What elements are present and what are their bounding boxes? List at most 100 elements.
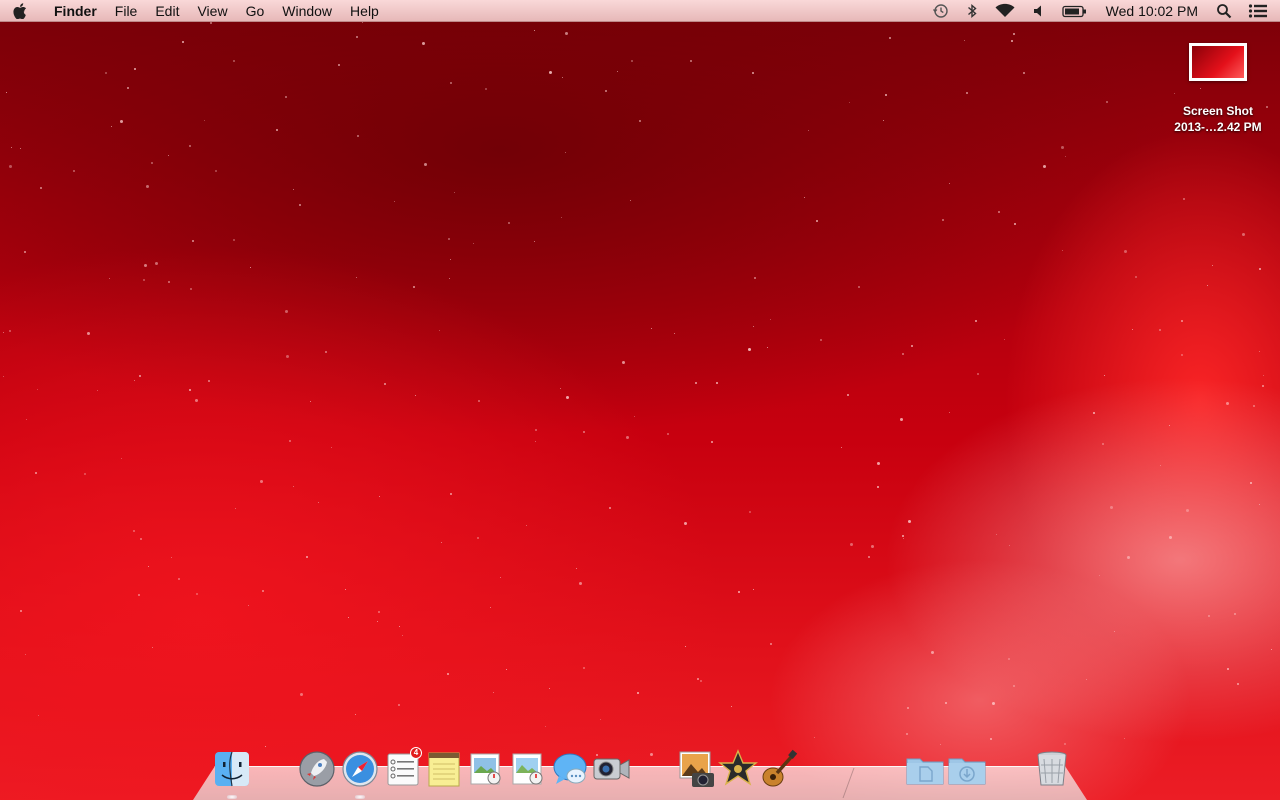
star <box>617 71 618 72</box>
finder-icon <box>215 751 249 787</box>
star <box>816 220 818 222</box>
star <box>1008 658 1010 660</box>
battery-icon[interactable] <box>1054 0 1096 22</box>
star <box>338 64 340 66</box>
desktop-file-screenshot[interactable]: Screen Shot 2013-…2.42 PM <box>1158 40 1278 135</box>
apple-menu-icon[interactable] <box>0 0 40 22</box>
star <box>996 534 997 535</box>
star <box>120 120 123 123</box>
dock-safari[interactable] <box>340 749 380 789</box>
star <box>945 702 947 704</box>
star <box>1263 375 1264 376</box>
star <box>752 72 754 74</box>
wifi-icon[interactable] <box>986 0 1024 22</box>
star <box>447 673 449 675</box>
star <box>1160 465 1161 466</box>
menu-window[interactable]: Window <box>273 0 341 22</box>
menu-help[interactable]: Help <box>341 0 388 22</box>
star <box>235 508 236 509</box>
star <box>208 380 210 382</box>
star <box>583 667 585 669</box>
star <box>394 201 395 202</box>
dock-notes[interactable] <box>424 749 464 789</box>
time-machine-icon[interactable] <box>924 0 958 22</box>
star <box>441 542 442 543</box>
star <box>121 458 122 459</box>
menu-edit[interactable]: Edit <box>146 0 188 22</box>
dock-preview[interactable] <box>466 749 506 789</box>
star <box>299 204 301 206</box>
star <box>250 267 251 268</box>
trash-icon <box>1037 751 1067 786</box>
dock-messages[interactable] <box>550 749 590 789</box>
star <box>196 593 198 595</box>
star <box>1086 679 1087 680</box>
star <box>651 328 652 329</box>
dock-finder[interactable] <box>212 749 252 789</box>
downloads-folder-icon <box>948 758 986 785</box>
menu-view[interactable]: View <box>188 0 236 22</box>
dock-trash[interactable] <box>1032 749 1072 789</box>
star <box>1227 668 1229 670</box>
star <box>1009 545 1010 546</box>
star <box>814 737 815 738</box>
star <box>87 332 90 335</box>
star <box>1237 683 1239 685</box>
star <box>600 719 601 720</box>
volume-icon[interactable] <box>1024 0 1054 22</box>
star <box>310 401 311 402</box>
dock-documents-folder[interactable] <box>905 749 947 789</box>
spotlight-icon[interactable] <box>1208 0 1240 22</box>
star <box>356 36 358 38</box>
star <box>490 607 491 608</box>
dock-iphoto[interactable] <box>677 749 717 789</box>
star <box>631 60 633 62</box>
star <box>1208 615 1210 617</box>
dock-preview-document[interactable] <box>508 749 548 789</box>
star <box>1114 631 1115 632</box>
star <box>192 240 194 242</box>
menu-file[interactable]: File <box>106 0 147 22</box>
star <box>210 22 212 24</box>
star <box>1271 649 1272 650</box>
dock-garageband[interactable] <box>759 749 799 789</box>
dock-facetime[interactable] <box>592 749 632 789</box>
bluetooth-icon[interactable] <box>958 0 986 22</box>
star <box>566 396 569 399</box>
star <box>549 688 550 689</box>
star <box>949 183 950 184</box>
star <box>146 185 149 188</box>
garageband-icon <box>762 749 798 787</box>
star <box>1132 329 1133 330</box>
star <box>138 594 140 596</box>
star <box>908 520 911 523</box>
wallpaper-stars <box>0 22 1280 800</box>
screenshot-thumbnail-icon <box>1189 43 1247 81</box>
star <box>248 605 249 606</box>
star <box>753 326 754 327</box>
notification-center-icon[interactable] <box>1240 0 1280 22</box>
star <box>871 545 874 548</box>
star <box>9 330 11 332</box>
dock-launchpad[interactable] <box>297 749 337 789</box>
menu-go[interactable]: Go <box>237 0 274 22</box>
star <box>37 389 38 390</box>
menu-bar: Finder File Edit View Go Window Help Wed… <box>0 0 1280 22</box>
launchpad-icon <box>299 751 335 787</box>
star <box>485 88 487 90</box>
menu-clock[interactable]: Wed 10:02 PM <box>1096 3 1208 19</box>
star <box>493 692 494 693</box>
dock-imovie[interactable] <box>718 749 758 789</box>
dock-downloads-folder[interactable] <box>947 749 989 789</box>
star <box>38 715 39 716</box>
star <box>902 353 904 355</box>
star <box>911 345 913 347</box>
star <box>190 288 192 290</box>
menu-app-name[interactable]: Finder <box>40 0 106 22</box>
star <box>168 281 170 283</box>
star <box>534 241 535 242</box>
star <box>473 243 474 244</box>
dock-reminders[interactable]: 4 <box>383 747 423 789</box>
facetime-icon <box>593 758 630 780</box>
star <box>975 320 977 322</box>
